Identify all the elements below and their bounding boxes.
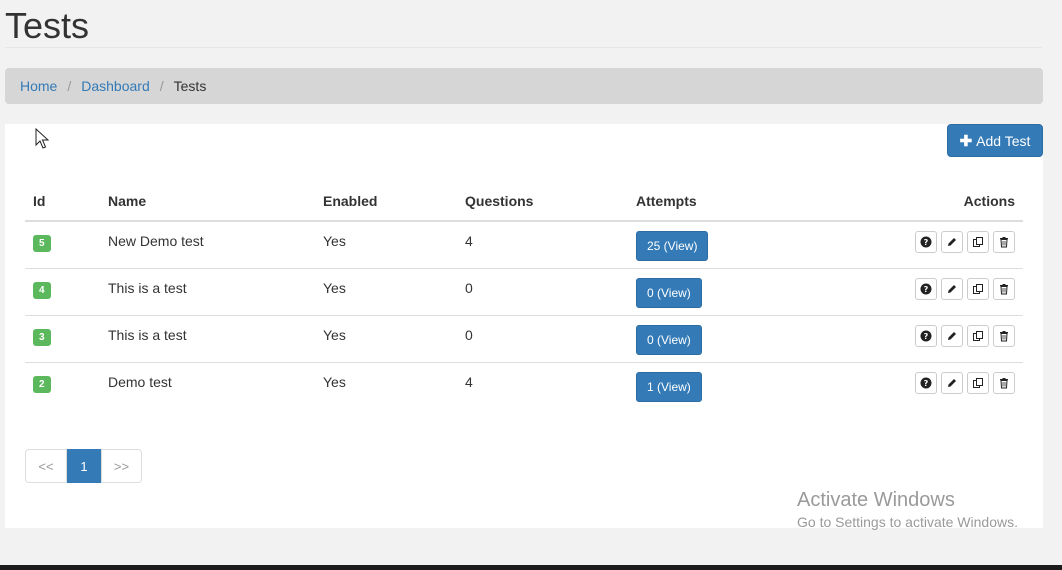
title-divider <box>5 47 1042 48</box>
delete-button[interactable] <box>993 324 1015 347</box>
pencil-icon <box>948 331 956 340</box>
add-test-label: Add Test <box>976 132 1031 149</box>
breadcrumb-dashboard-link[interactable]: Dashboard <box>81 78 150 94</box>
edit-button[interactable] <box>941 277 963 300</box>
copy-button[interactable] <box>967 231 989 253</box>
copy-icon <box>973 283 983 294</box>
page-title: Tests <box>5 5 90 46</box>
copy-button[interactable] <box>967 277 989 300</box>
view-attempts-button[interactable]: 1 (View) <box>636 371 702 402</box>
breadcrumb-home-link[interactable]: Home <box>20 78 57 94</box>
pencil-icon <box>948 378 956 387</box>
view-attempts-button[interactable]: 25 (View) <box>636 231 709 261</box>
mouse-cursor-icon <box>35 128 49 149</box>
test-enabled: Yes <box>323 373 346 390</box>
test-name: This is a test <box>100 268 315 316</box>
test-questions: 0 <box>457 315 628 363</box>
view-attempts-button[interactable]: 0 (View) <box>636 324 702 355</box>
tests-table: Id Name Enabled Questions Attempts Actio… <box>25 182 1023 409</box>
id-badge: 5 <box>33 235 51 252</box>
copy-icon <box>973 237 983 247</box>
trash-icon <box>1000 237 1008 248</box>
question-icon: ? <box>920 330 932 341</box>
id-badge: 2 <box>33 375 51 393</box>
column-header-actions: Actions <box>808 182 1023 222</box>
tests-panel: ✚ Add Test Id Name Enabled Questions Att… <box>5 124 1043 528</box>
test-enabled: Yes <box>315 315 457 363</box>
column-header-name[interactable]: Name <box>100 182 315 222</box>
trash-icon <box>1000 377 1008 388</box>
pencil-icon <box>948 284 956 293</box>
delete-button[interactable] <box>993 231 1015 253</box>
test-enabled: Yes <box>315 221 457 269</box>
copy-icon <box>973 377 983 388</box>
pagination-page-1[interactable]: 1 <box>67 449 101 483</box>
help-button[interactable]: ? <box>915 324 937 347</box>
breadcrumb-separator: / <box>67 78 72 94</box>
svg-text:?: ? <box>924 238 929 247</box>
copy-button[interactable] <box>967 371 989 394</box>
id-badge: 4 <box>33 281 51 299</box>
question-icon: ? <box>920 236 932 248</box>
svg-text:?: ? <box>924 379 929 388</box>
help-button[interactable]: ? <box>915 231 937 253</box>
breadcrumb-separator: / <box>159 78 164 94</box>
watermark-title: Activate Windows <box>797 489 955 511</box>
test-name: Demo test <box>108 373 172 390</box>
taskbar <box>0 565 1062 570</box>
test-questions: 4 <box>457 221 628 269</box>
pagination: << 1 >> <box>25 449 142 483</box>
view-attempts-button[interactable]: 0 (View) <box>636 277 702 308</box>
delete-button[interactable] <box>993 277 1015 300</box>
test-enabled: Yes <box>315 268 457 316</box>
question-icon: ? <box>920 377 932 388</box>
table-row: 2 Demo test Yes 4 1 (View) ? <box>25 362 1023 409</box>
breadcrumb: Home / Dashboard / Tests <box>5 68 1043 104</box>
svg-text:?: ? <box>924 285 929 294</box>
pagination-prev-button[interactable]: << <box>25 449 67 483</box>
edit-button[interactable] <box>941 371 963 394</box>
table-row: 5 New Demo test Yes 4 25 (View) ? <box>25 221 1023 269</box>
column-header-questions[interactable]: Questions <box>457 182 628 222</box>
test-name: This is a test <box>100 315 315 363</box>
plus-icon: ✚ <box>959 132 973 150</box>
column-header-attempts[interactable]: Attempts <box>628 182 808 222</box>
watermark-subtitle: Go to Settings to activate Windows. <box>797 514 1018 530</box>
pagination-next-button[interactable]: >> <box>101 449 142 483</box>
svg-text:?: ? <box>924 332 929 341</box>
windows-activation-watermark: Activate Windows Go to Settings to activ… <box>797 488 1018 532</box>
help-button[interactable]: ? <box>915 277 937 300</box>
add-test-button[interactable]: ✚ Add Test <box>947 124 1043 157</box>
delete-button[interactable] <box>993 371 1015 394</box>
copy-icon <box>973 330 983 341</box>
test-questions: 4 <box>465 373 473 390</box>
test-questions: 0 <box>457 268 628 316</box>
edit-button[interactable] <box>941 231 963 253</box>
table-header-row: Id Name Enabled Questions Attempts Actio… <box>25 182 1023 222</box>
column-header-enabled[interactable]: Enabled <box>315 182 457 222</box>
pencil-icon <box>948 238 956 246</box>
column-header-id[interactable]: Id <box>25 182 100 222</box>
id-badge: 3 <box>33 328 51 346</box>
breadcrumb-current: Tests <box>173 78 207 94</box>
table-row: 3 This is a test Yes 0 0 (View) ? <box>25 315 1023 363</box>
question-icon: ? <box>920 283 932 294</box>
trash-icon <box>1000 330 1008 341</box>
table-row: 4 This is a test Yes 0 0 (View) ? <box>25 268 1023 316</box>
edit-button[interactable] <box>941 324 963 347</box>
test-name: New Demo test <box>100 221 315 269</box>
copy-button[interactable] <box>967 324 989 347</box>
help-button[interactable]: ? <box>915 371 937 394</box>
trash-icon <box>1000 283 1008 294</box>
